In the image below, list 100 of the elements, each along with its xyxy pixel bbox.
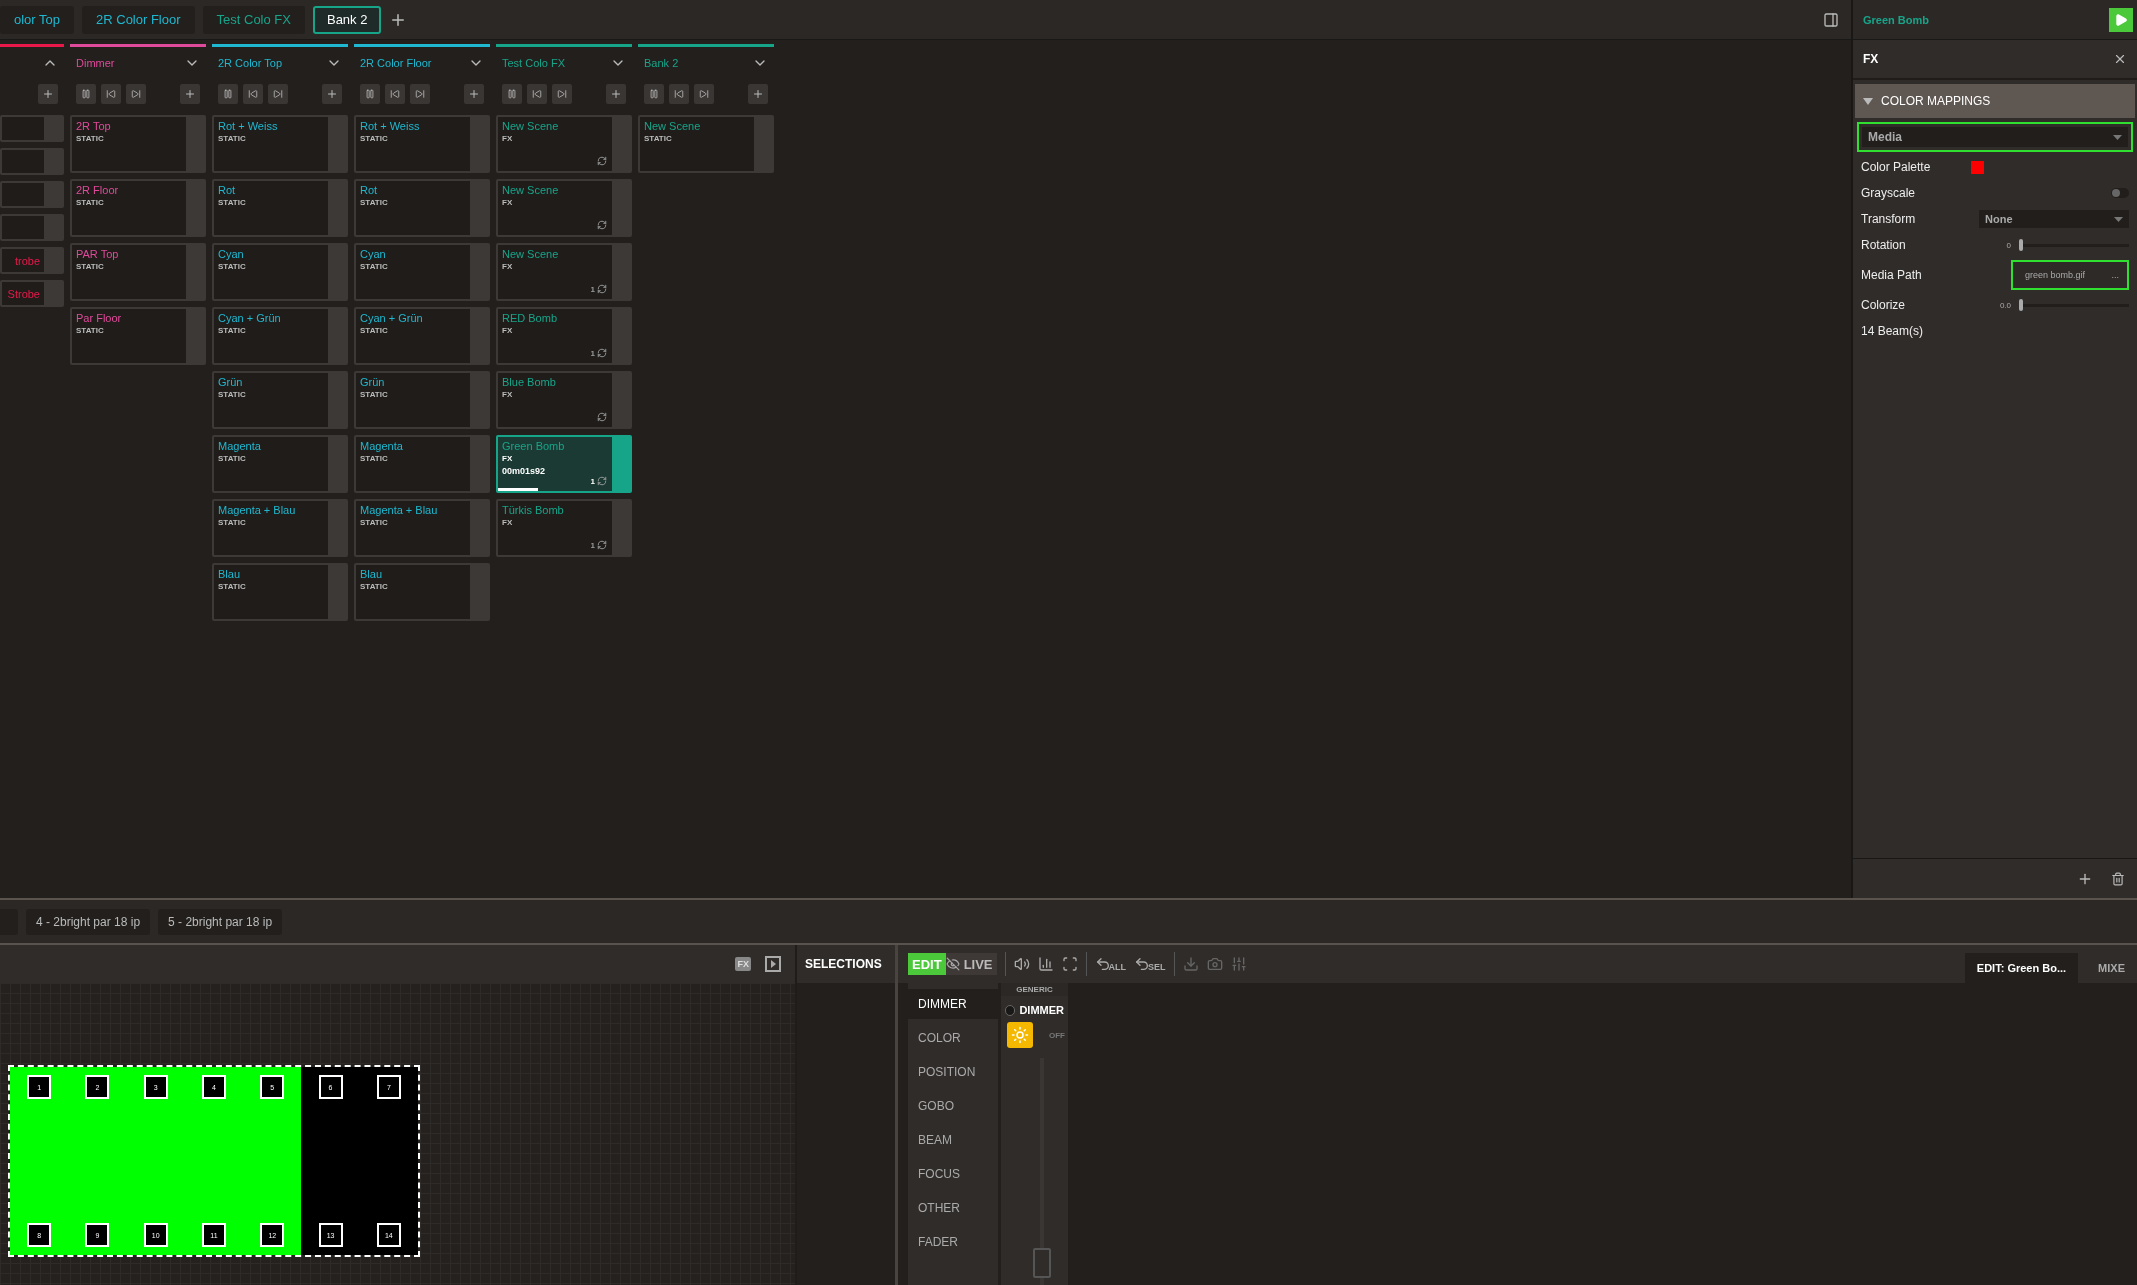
add-button[interactable] xyxy=(322,84,342,104)
speaker-icon[interactable] xyxy=(1013,956,1030,972)
scene-cell[interactable]: Cyan STATIC xyxy=(212,243,348,301)
scene-cell[interactable]: Magenta + Blau STATIC xyxy=(354,499,490,557)
scene-cell[interactable]: Magenta + Blau STATIC xyxy=(212,499,348,557)
add-button[interactable] xyxy=(38,84,58,104)
pause-button[interactable] xyxy=(502,84,522,104)
previous-button[interactable] xyxy=(385,84,405,104)
property-label: Grayscale xyxy=(1861,186,1917,200)
scene-cell[interactable]: Magenta STATIC xyxy=(354,435,490,493)
transform-select[interactable]: None xyxy=(1979,210,2129,228)
bank-tab[interactable]: Test Colo FX xyxy=(202,5,305,34)
scene-cell[interactable]: Green Bomb FX 00m01s92 1 xyxy=(496,435,632,493)
scene-cell[interactable]: New Scene FX 1 xyxy=(496,243,632,301)
play-panel-icon[interactable] xyxy=(765,956,781,972)
pause-button[interactable] xyxy=(76,84,96,104)
next-button[interactable] xyxy=(126,84,146,104)
pause-button[interactable] xyxy=(644,84,664,104)
scene-cell[interactable] xyxy=(0,115,64,142)
download-icon[interactable] xyxy=(1182,956,1199,972)
scene-cell[interactable]: PAR Top STATIC xyxy=(70,243,206,301)
next-button[interactable] xyxy=(410,84,430,104)
scene-cell[interactable]: New Scene FX xyxy=(496,115,632,173)
category-item[interactable]: FADER xyxy=(908,1227,998,1257)
scene-cell[interactable] xyxy=(0,148,64,175)
previous-button[interactable] xyxy=(243,84,263,104)
fixture-tab[interactable]: 4 - 2bright par 18 ip xyxy=(26,908,151,935)
category-item[interactable]: COLOR xyxy=(908,1023,998,1053)
category-item[interactable]: OTHER xyxy=(908,1193,998,1223)
next-button[interactable] xyxy=(268,84,288,104)
mode-select[interactable]: Media xyxy=(1862,127,2128,147)
scene-cell[interactable]: Rot STATIC xyxy=(354,179,490,237)
previous-button[interactable] xyxy=(527,84,547,104)
bank-tab[interactable]: olor Top xyxy=(0,5,74,34)
sliders-icon[interactable] xyxy=(1230,956,1247,972)
scene-cell[interactable]: Grün STATIC xyxy=(354,371,490,429)
add-button[interactable] xyxy=(464,84,484,104)
group-header[interactable]: COLOR MAPPINGS xyxy=(1855,84,2135,118)
previous-button[interactable] xyxy=(669,84,689,104)
scene-cell[interactable]: Cyan STATIC xyxy=(354,243,490,301)
color-swatch[interactable] xyxy=(1971,160,1984,174)
scene-name: Rot xyxy=(360,184,379,196)
category-item[interactable]: GOBO xyxy=(908,1091,998,1121)
scene-cell[interactable]: Blue Bomb FX xyxy=(496,371,632,429)
pause-button[interactable] xyxy=(218,84,238,104)
category-item[interactable]: BEAM xyxy=(908,1125,998,1155)
scan-icon[interactable] xyxy=(1061,956,1078,972)
file-field[interactable]: green bomb.gif ... xyxy=(2011,260,2129,290)
category-item[interactable]: DIMMER xyxy=(908,989,998,1019)
camera-icon[interactable] xyxy=(1206,956,1223,972)
scene-cell[interactable]: 2R Floor STATIC xyxy=(70,179,206,237)
scene-cell[interactable]: RED Bomb FX 1 xyxy=(496,307,632,365)
undo-button[interactable]: ALL xyxy=(1094,956,1127,972)
scene-cell[interactable]: Grün STATIC xyxy=(212,371,348,429)
scene-cell[interactable]: Magenta STATIC xyxy=(212,435,348,493)
scene-name: Magenta xyxy=(360,440,404,452)
scene-cell[interactable]: Blau STATIC xyxy=(212,563,348,621)
bars-icon[interactable] xyxy=(1037,956,1054,972)
scene-cell[interactable]: Strobe xyxy=(0,280,64,307)
scene-cell[interactable]: Cyan + Grün STATIC xyxy=(212,307,348,365)
radio-button[interactable] xyxy=(1005,1004,1016,1016)
bank-tab[interactable]: 2R Color Floor xyxy=(82,5,195,34)
category-item[interactable]: FOCUS xyxy=(908,1159,998,1189)
scene-cell[interactable]: Rot + Weiss STATIC xyxy=(212,115,348,173)
scene-cell[interactable]: Blau STATIC xyxy=(354,563,490,621)
scene-cell[interactable]: Cyan + Grün STATIC xyxy=(354,307,490,365)
next-button[interactable] xyxy=(694,84,714,104)
fixture-tab[interactable]: 5 - 2bright par 18 ip xyxy=(158,908,283,935)
property-label: Transform xyxy=(1861,212,1917,226)
panel-toggle-icon[interactable] xyxy=(1823,11,1839,28)
toggle-switch[interactable] xyxy=(2111,188,2129,198)
scene-name: Grün xyxy=(218,376,244,388)
add-button[interactable] xyxy=(180,84,200,104)
pause-button[interactable] xyxy=(360,84,380,104)
play-button[interactable] xyxy=(2109,7,2133,32)
editor-tab[interactable]: EDIT: Green Bo... xyxy=(1964,953,2079,983)
scene-cell[interactable]: Türkis Bomb FX 1 xyxy=(496,499,632,557)
add-button[interactable] xyxy=(748,84,768,104)
next-button[interactable] xyxy=(552,84,572,104)
scene-cell[interactable]: 2R Top STATIC xyxy=(70,115,206,173)
trash-icon[interactable] xyxy=(2111,871,2125,886)
undo-button[interactable]: SEL xyxy=(1134,956,1166,972)
add-button[interactable] xyxy=(606,84,626,104)
scene-cell[interactable]: trobe xyxy=(0,247,64,274)
editor-tab[interactable]: MIXE xyxy=(2086,953,2137,983)
previous-button[interactable] xyxy=(101,84,121,104)
scene-name: Cyan + Grün xyxy=(218,312,282,324)
dimmer-button[interactable] xyxy=(1007,1022,1033,1048)
loop-count: 1 xyxy=(590,476,595,486)
scene-cell[interactable] xyxy=(0,181,64,208)
scene-cell[interactable]: Rot STATIC xyxy=(212,179,348,237)
scene-cell[interactable]: Par Floor STATIC xyxy=(70,307,206,365)
bank-tab[interactable]: Bank 2 xyxy=(312,5,382,34)
scene-cell[interactable] xyxy=(0,214,64,241)
scene-type: STATIC xyxy=(76,326,105,335)
close-icon[interactable] xyxy=(2113,52,2127,66)
scene-cell[interactable]: New Scene FX xyxy=(496,179,632,237)
scene-cell[interactable]: Rot + Weiss STATIC xyxy=(354,115,490,173)
category-item[interactable]: POSITION xyxy=(908,1057,998,1087)
scene-cell[interactable]: New Scene STATIC xyxy=(638,115,774,173)
